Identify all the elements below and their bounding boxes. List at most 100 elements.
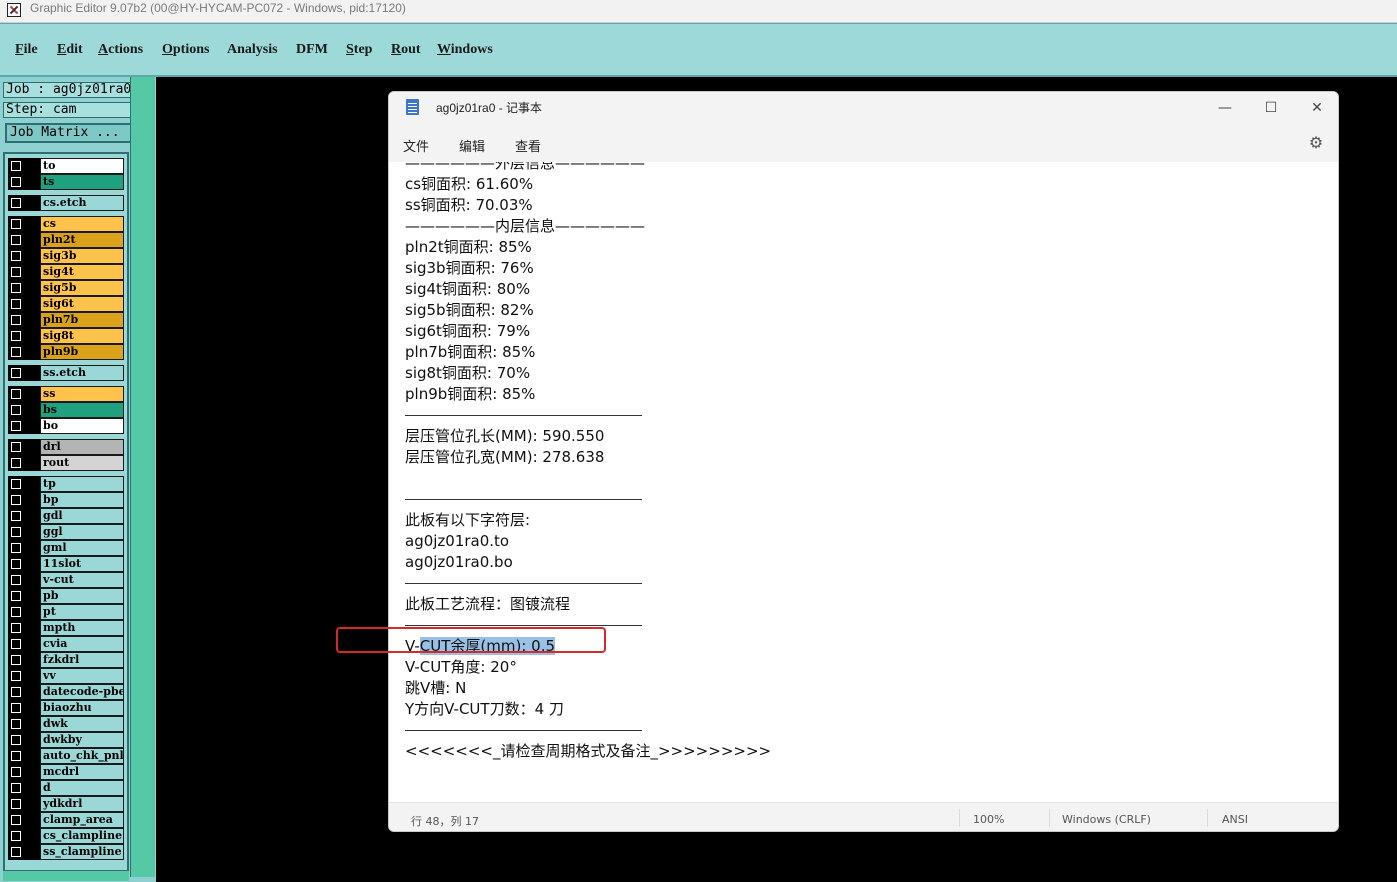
layer-name[interactable]: sig4t: [40, 264, 124, 280]
menu-dfm[interactable]: DFM: [296, 42, 328, 58]
layer-row[interactable]: sig6t: [8, 296, 124, 312]
layer-name[interactable]: bp: [40, 492, 124, 508]
layer-name[interactable]: dwk: [40, 716, 124, 732]
layer-name[interactable]: datecode-pbe: [40, 684, 124, 700]
layer-name[interactable]: pb: [40, 588, 124, 604]
layer-row[interactable]: ss: [8, 386, 124, 402]
layer-checkbox[interactable]: [8, 636, 40, 652]
menu-edit[interactable]: 编辑: [459, 136, 485, 155]
layer-name[interactable]: bs: [40, 402, 124, 418]
layer-row[interactable]: gdl: [8, 508, 124, 524]
text-editor-area[interactable]: ——————外层信息—————— cs铜面积: 61.60% ss铜面积: 70.0…: [389, 162, 1338, 802]
layer-row[interactable]: cs_clampline: [8, 828, 124, 844]
layer-row[interactable]: gml: [8, 540, 124, 556]
layer-row[interactable]: datecode-pbe: [8, 684, 124, 700]
layer-checkbox[interactable]: [8, 524, 40, 540]
layer-checkbox[interactable]: [8, 764, 40, 780]
layer-row[interactable]: ydkdrl: [8, 796, 124, 812]
layer-checkbox[interactable]: [8, 232, 40, 248]
layer-name[interactable]: rout: [40, 455, 124, 471]
layer-name[interactable]: ts: [40, 174, 124, 190]
layer-checkbox[interactable]: [8, 604, 40, 620]
layer-checkbox[interactable]: [8, 328, 40, 344]
layer-name[interactable]: dwkby: [40, 732, 124, 748]
layer-name[interactable]: sig5b: [40, 280, 124, 296]
layer-name[interactable]: pln9b: [40, 344, 124, 360]
layer-name[interactable]: d: [40, 780, 124, 796]
layer-name[interactable]: auto_chk_pnl: [40, 748, 124, 764]
layer-name[interactable]: biaozhu: [40, 700, 124, 716]
layer-row[interactable]: bs: [8, 402, 124, 418]
layer-name[interactable]: mpth: [40, 620, 124, 636]
gear-icon[interactable]: ⚙: [1308, 135, 1324, 151]
layer-name[interactable]: pt: [40, 604, 124, 620]
layer-checkbox[interactable]: [8, 280, 40, 296]
layer-checkbox[interactable]: [8, 455, 40, 471]
layer-row[interactable]: v-cut: [8, 572, 124, 588]
layer-checkbox[interactable]: [8, 556, 40, 572]
layer-name[interactable]: ydkdrl: [40, 796, 124, 812]
layer-checkbox[interactable]: [8, 312, 40, 328]
layer-checkbox[interactable]: [8, 716, 40, 732]
layer-row[interactable]: dwk: [8, 716, 124, 732]
layer-checkbox[interactable]: [8, 700, 40, 716]
layer-checkbox[interactable]: [8, 620, 40, 636]
layer-row[interactable]: pln2t: [8, 232, 124, 248]
layer-name[interactable]: vv: [40, 668, 124, 684]
layer-row[interactable]: dwkby: [8, 732, 124, 748]
layer-row[interactable]: sig4t: [8, 264, 124, 280]
layer-checkbox[interactable]: [8, 780, 40, 796]
layer-checkbox[interactable]: [8, 195, 40, 211]
layer-row[interactable]: 11slot: [8, 556, 124, 572]
layer-checkbox[interactable]: [8, 174, 40, 190]
layer-name[interactable]: sig6t: [40, 296, 124, 312]
layer-row[interactable]: cvia: [8, 636, 124, 652]
layer-row[interactable]: cs.etch: [8, 195, 124, 211]
layer-checkbox[interactable]: [8, 668, 40, 684]
layer-name[interactable]: pln7b: [40, 312, 124, 328]
layer-checkbox[interactable]: [8, 508, 40, 524]
layer-row[interactable]: mcdrl: [8, 764, 124, 780]
layer-row[interactable]: fzkdrl: [8, 652, 124, 668]
menu-options[interactable]: Options: [162, 42, 209, 58]
layer-name[interactable]: bo: [40, 418, 124, 434]
minimize-icon[interactable]: —: [1205, 94, 1245, 122]
layer-checkbox[interactable]: [8, 540, 40, 556]
layer-row[interactable]: rout: [8, 455, 124, 471]
layer-checkbox[interactable]: [8, 684, 40, 700]
menu-actions[interactable]: Actions: [98, 42, 143, 58]
layer-checkbox[interactable]: [8, 344, 40, 360]
layer-name[interactable]: mcdrl: [40, 764, 124, 780]
layer-checkbox[interactable]: [8, 652, 40, 668]
layer-checkbox[interactable]: [8, 158, 40, 174]
layer-name[interactable]: ss.etch: [40, 365, 124, 381]
layer-row[interactable]: pln7b: [8, 312, 124, 328]
layer-name[interactable]: to: [40, 158, 124, 174]
layer-checkbox[interactable]: [8, 572, 40, 588]
layer-row[interactable]: sig5b: [8, 280, 124, 296]
layer-checkbox[interactable]: [8, 844, 40, 860]
layer-checkbox[interactable]: [8, 748, 40, 764]
layer-name[interactable]: sig3b: [40, 248, 124, 264]
layer-checkbox[interactable]: [8, 812, 40, 828]
layer-checkbox[interactable]: [8, 216, 40, 232]
layer-name[interactable]: gdl: [40, 508, 124, 524]
menu-file[interactable]: 文件: [403, 136, 429, 155]
layer-checkbox[interactable]: [8, 796, 40, 812]
layer-name[interactable]: ss_clampline: [40, 844, 124, 860]
layer-checkbox[interactable]: [8, 365, 40, 381]
layer-checkbox[interactable]: [8, 492, 40, 508]
menu-view[interactable]: 查看: [515, 136, 541, 155]
layer-row[interactable]: bp: [8, 492, 124, 508]
layer-row[interactable]: ss.etch: [8, 365, 124, 381]
layer-row[interactable]: ss_clampline: [8, 844, 124, 860]
layer-checkbox[interactable]: [8, 828, 40, 844]
layer-row[interactable]: tp: [8, 476, 124, 492]
menu-edit[interactable]: Edit: [57, 42, 83, 58]
layer-checkbox[interactable]: [8, 264, 40, 280]
close-icon[interactable]: ✕: [1297, 94, 1337, 122]
layer-checkbox[interactable]: [8, 248, 40, 264]
layer-row[interactable]: biaozhu: [8, 700, 124, 716]
layer-checkbox[interactable]: [8, 418, 40, 434]
layer-row[interactable]: sig8t: [8, 328, 124, 344]
